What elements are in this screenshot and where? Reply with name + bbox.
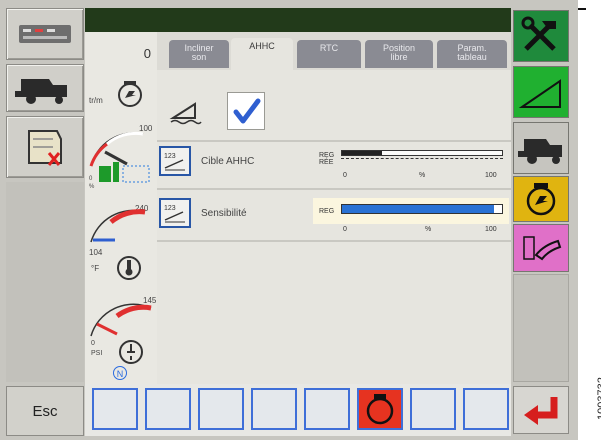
tab-strip: Incliner son AHHC RTC Position libre Par… (157, 32, 511, 70)
svg-text:123: 123 (164, 153, 176, 160)
tab-param-tableau[interactable]: Param. tableau (437, 40, 507, 68)
frame-tick (578, 8, 586, 10)
cible-ahhc-ticks (341, 158, 503, 165)
cible-ahhc-label: Cible AHHC (201, 156, 255, 167)
cible-ahhc-track (341, 150, 503, 156)
field-disabled-button[interactable] (6, 116, 84, 178)
rpm-unit: tr/m (89, 96, 103, 105)
bottom-slot-7[interactable] (410, 388, 456, 430)
cible-ahhc-slider[interactable] (341, 150, 503, 166)
pressure-needle (96, 322, 118, 336)
bottom-slot-2[interactable] (145, 388, 191, 430)
ground-tilt-icon (169, 102, 202, 125)
sensitivity-icon: 123 (164, 205, 185, 223)
svg-text:123: 123 (164, 205, 176, 212)
sensibilite-track (341, 204, 503, 214)
top-status-bar (85, 8, 511, 32)
engine-warning-button[interactable] (357, 388, 403, 430)
tilt-triangle-icon (518, 79, 561, 108)
display-settings-icon (19, 25, 71, 43)
sensor-setpoint-icon: 123 (164, 153, 185, 171)
temp-value: 104 (89, 248, 103, 257)
sensibilite-slider[interactable] (341, 204, 503, 218)
tab-position-libre[interactable]: Position libre (365, 40, 433, 68)
temp-gauge-arc (90, 209, 146, 243)
tools-button[interactable] (513, 10, 569, 62)
checkmark-icon (233, 98, 261, 124)
combine-harvester-icon (518, 139, 562, 164)
sensibilite-icon-button[interactable]: 123 (159, 198, 191, 228)
manual-control-button[interactable] (513, 224, 569, 272)
fuel-gauge-min: 0 (89, 176, 93, 182)
combine-harvester-icon (15, 79, 67, 104)
row-divider (157, 140, 511, 142)
engine-warning-icon (366, 394, 394, 425)
esc-button[interactable]: Esc (6, 386, 84, 436)
temp-unit: °F (91, 264, 100, 273)
tab-rtc-label: RTC (319, 43, 339, 53)
cible-ahhc-icon-button[interactable]: 123 (159, 146, 191, 176)
sensibilite-scale-max: 100 (485, 226, 497, 233)
row-divider (157, 240, 511, 242)
enter-arrow-icon (524, 397, 558, 425)
combine-button[interactable] (6, 64, 84, 112)
pressure-gauge-min: 0 (91, 340, 95, 347)
fuel-gauge-unit: % (89, 184, 95, 190)
pressure-unit: PSI (91, 350, 103, 357)
hammer-wrench-icon (521, 16, 556, 51)
sensibilite-reg-label: REG (319, 208, 335, 215)
fuel-icon (99, 162, 150, 183)
sensibilite-fill (342, 205, 494, 213)
esc-label: Esc (32, 402, 58, 420)
bottom-slot-3[interactable] (198, 388, 244, 430)
sensibilite-scale-unit: % (425, 226, 432, 233)
tab-position-libre-label: Position libre (382, 43, 416, 62)
combine-mode-button[interactable] (513, 122, 569, 174)
cible-ahhc-fill (342, 151, 382, 155)
bottom-slot-5[interactable] (304, 388, 350, 430)
pressure-gauge-arc (90, 303, 152, 337)
row-divider (157, 188, 511, 190)
gauge-column: 0 tr/m 100 0 % 240 104 °F 145 0 PSI N (85, 8, 157, 384)
engine-button[interactable] (513, 176, 569, 222)
cible-ahhc-scale-max: 100 (485, 172, 497, 179)
hand-control-icon (523, 236, 562, 261)
sensibilite-label: Sensibilité (201, 208, 247, 219)
gear-indicator: N (113, 366, 127, 380)
bottom-slot-8[interactable] (463, 388, 509, 430)
thermometer-icon (117, 256, 141, 280)
cible-ahhc-reg-label: REG RÉE (319, 152, 335, 166)
field-crossed-icon (28, 130, 62, 166)
left-spacer (6, 182, 84, 382)
enter-button[interactable] (513, 386, 569, 434)
counter-value: 0 (143, 46, 151, 61)
engine-icon (118, 81, 142, 107)
engine-icon (526, 183, 556, 216)
tab-param-tableau-label: Param. tableau (457, 43, 487, 62)
right-spacer (513, 274, 569, 382)
tab-ahhc-label: AHHC (249, 41, 275, 51)
bottom-slot-4[interactable] (251, 388, 297, 430)
cible-ahhc-scale-min: 0 (343, 172, 347, 179)
display-settings-button[interactable] (6, 8, 84, 60)
sensibilite-scale-min: 0 (343, 226, 347, 233)
bottom-slot-1[interactable] (92, 388, 138, 430)
tab-rtc[interactable]: RTC (297, 40, 361, 68)
tab-incliner-son[interactable]: Incliner son (169, 40, 229, 68)
display-screen: Esc 0 tr/m 100 0 % 240 104 °F 145 0 PSI … (0, 0, 578, 440)
cible-ahhc-scale-unit: % (419, 172, 426, 179)
oil-pressure-icon (119, 340, 143, 364)
figure-code: 1003732 (596, 377, 601, 420)
header-tilt-button[interactable] (513, 66, 569, 118)
tab-ahhc[interactable]: AHHC (231, 38, 293, 70)
ahhc-enable-checkbox[interactable] (227, 92, 265, 130)
ahhc-settings-panel: 123 Cible AHHC REG RÉE 0 % 100 123 Sensi… (157, 70, 511, 384)
tab-incliner-son-label: Incliner son (184, 43, 214, 62)
